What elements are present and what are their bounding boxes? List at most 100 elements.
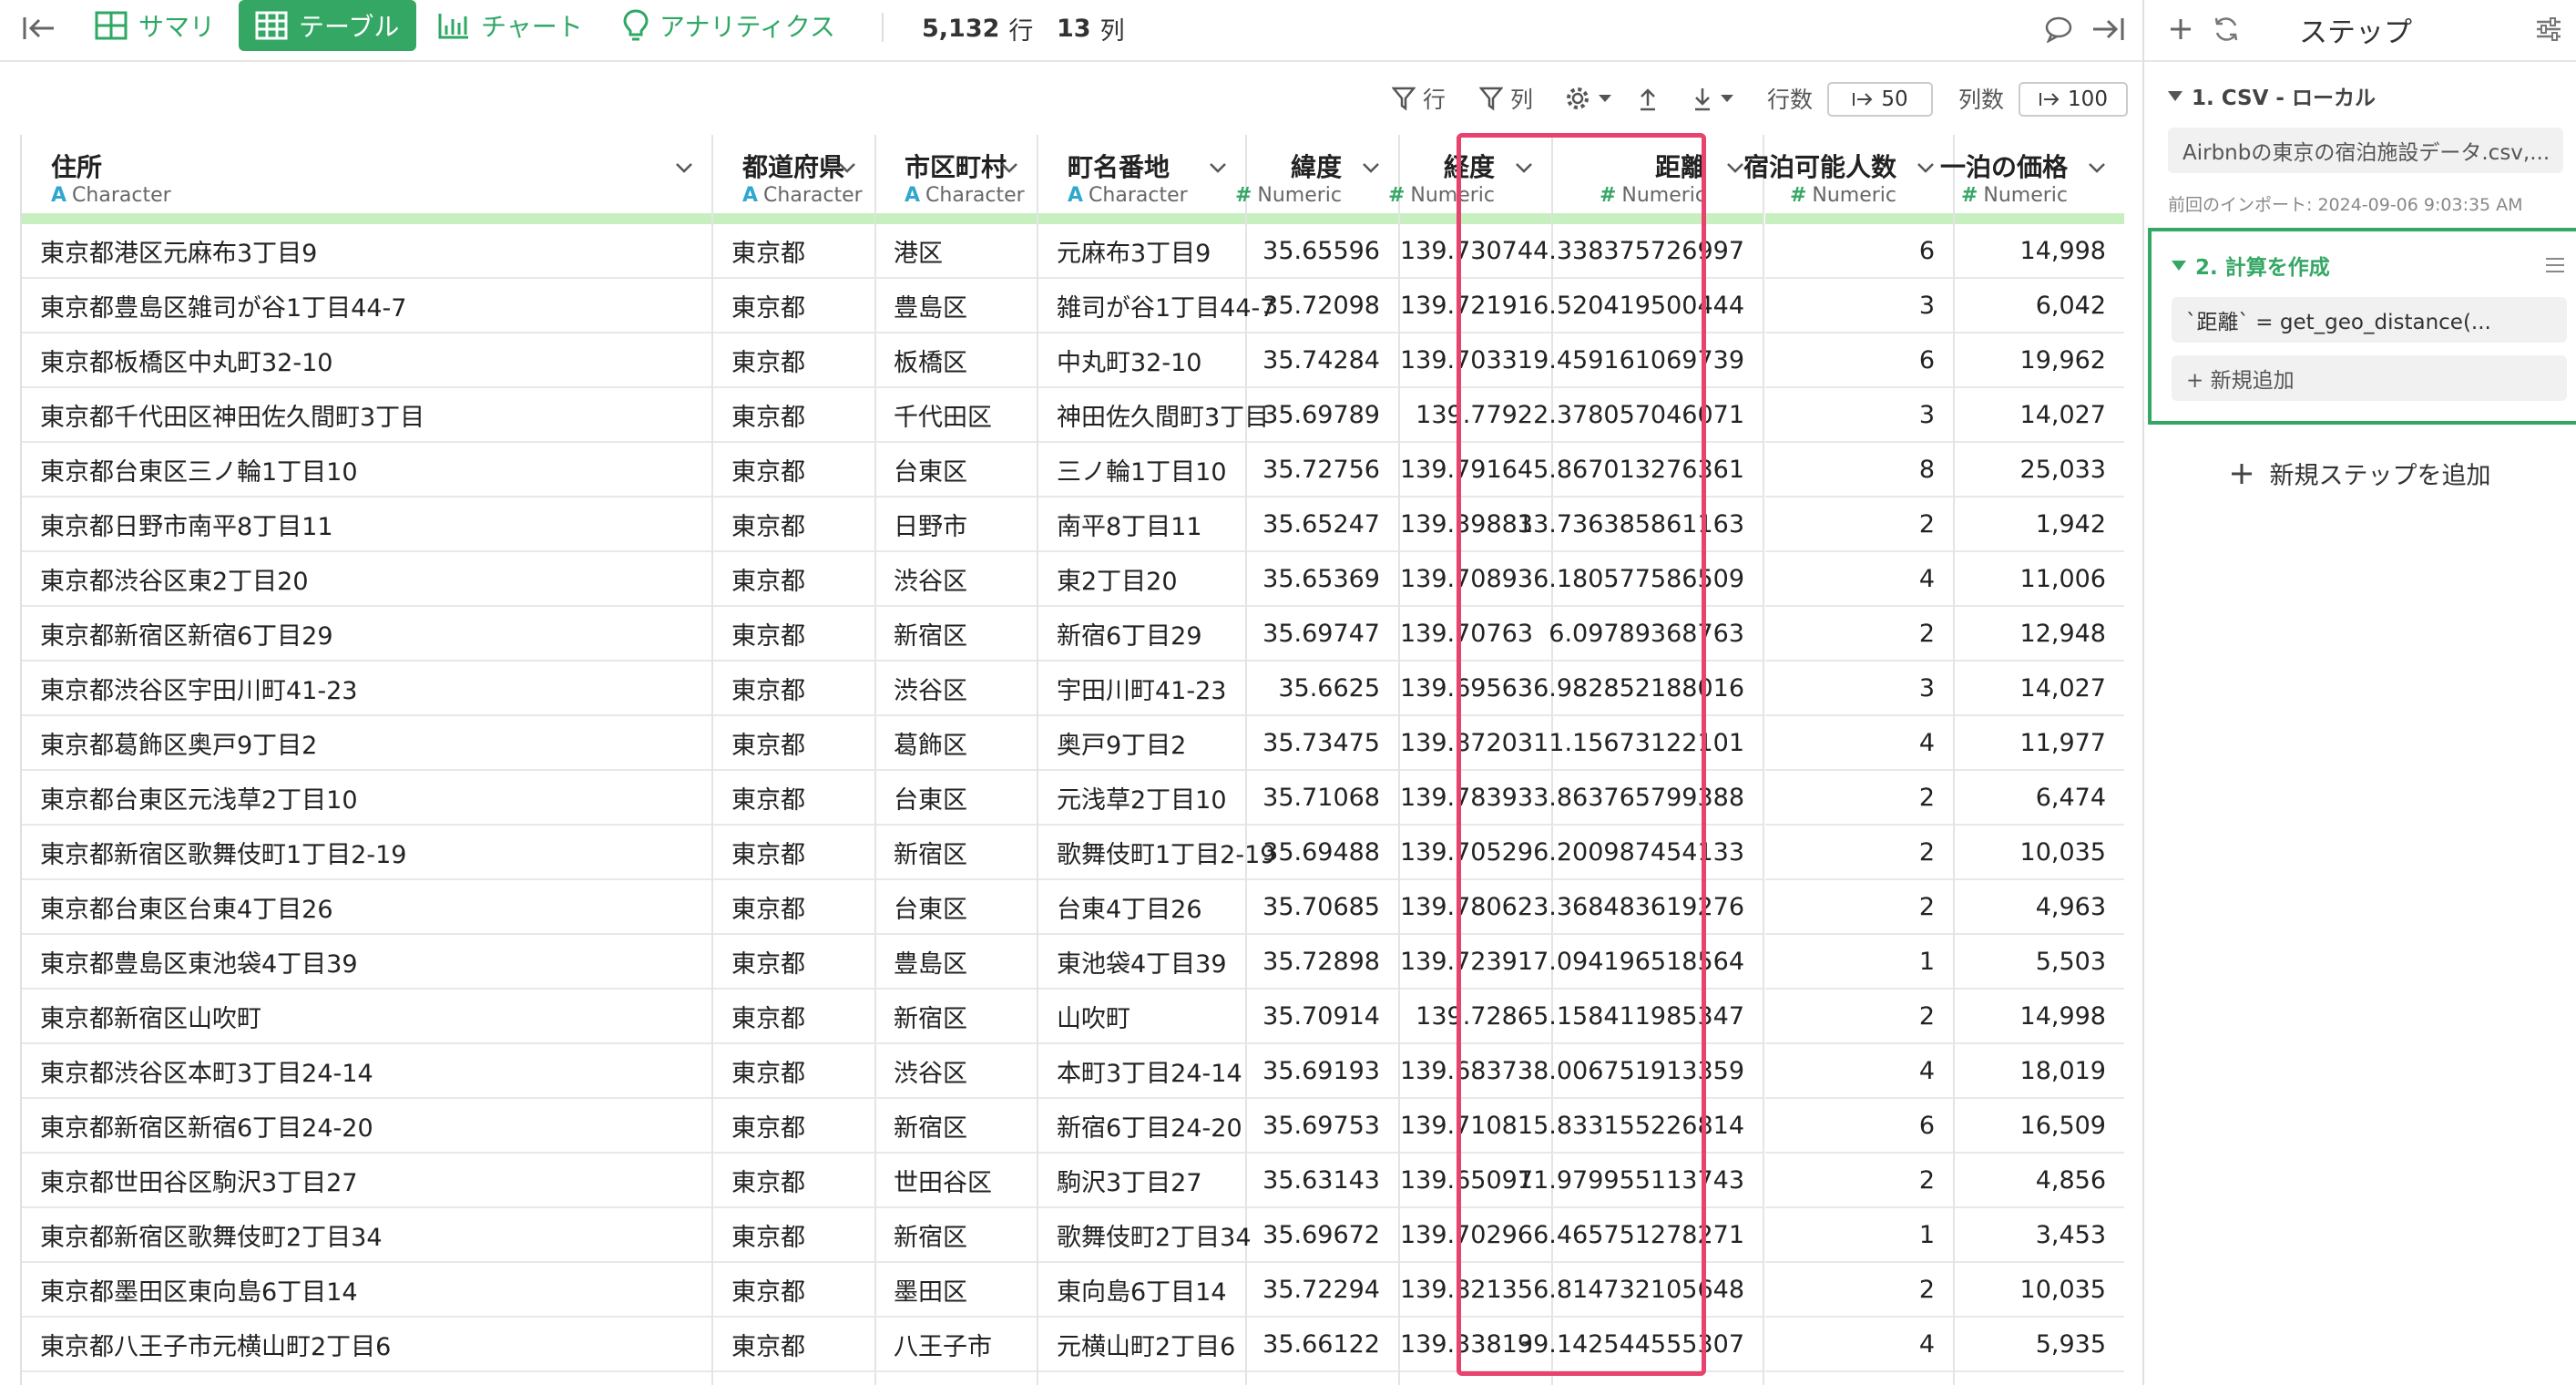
row-filter-button[interactable]: 行 <box>1392 80 1446 117</box>
table-cell: 6.814732105648 <box>1533 1263 1763 1318</box>
table-cell: 35.70685 <box>1247 880 1398 935</box>
column-filter-button[interactable]: 列 <box>1479 80 1533 117</box>
tab-table[interactable]: テーブル <box>239 0 416 51</box>
column-type: # Numeric <box>1961 184 2068 207</box>
collapse-left-icon[interactable] <box>18 13 60 44</box>
table-cell: 駒沢3丁目27 <box>1038 1154 1245 1208</box>
table-cell: 35.65369 <box>1247 552 1398 607</box>
lightbulb-icon <box>623 9 649 41</box>
table-cell: 東京都 <box>713 826 874 880</box>
table-cell: 139.7286 <box>1400 990 1551 1044</box>
plus-icon <box>2231 463 2252 484</box>
collapse-right-icon[interactable] <box>2090 11 2126 47</box>
sort-up-button[interactable] <box>1638 80 1658 117</box>
column-header-street[interactable]: 町名番地 A Character <box>1038 135 1245 213</box>
menu-icon[interactable] <box>2541 251 2569 279</box>
column-cells: 港区 豊島区 板橋区 千代田区 台東区 日野市 渋谷区 新宿区 渋谷区 葛飾区 台東区 新宿区 台東区豊… <box>875 224 1037 1372</box>
table-cell: 139.78393 <box>1400 771 1551 826</box>
add-new-label: + 新規追加 <box>2186 369 2295 393</box>
chevron-down-icon[interactable] <box>1207 157 1229 179</box>
table-cell: 2 <box>1765 990 1953 1044</box>
table-cell: 東京都 <box>713 662 874 716</box>
chevron-down-icon[interactable] <box>998 157 1020 179</box>
step-2-header[interactable]: 2. 計算を作成 <box>2172 250 2330 281</box>
comment-icon[interactable] <box>2040 11 2077 47</box>
table-cell: 東京都 <box>713 388 874 443</box>
table-cell: 3,453 <box>1955 1208 2124 1263</box>
table-cell: 6.180577586509 <box>1533 552 1763 607</box>
add-step-button[interactable]: 新規ステップを追加 <box>2144 456 2576 491</box>
numeric-type-icon: # <box>1789 184 1807 207</box>
table-cell: 山吹町 <box>1038 990 1245 1044</box>
column-header-distance[interactable]: 距離 # Numeric <box>1552 135 1763 213</box>
add-new-button[interactable]: + 新規追加 <box>2172 355 2567 401</box>
caret-down-icon <box>1721 95 1733 102</box>
table-cell: 139.69563 <box>1400 662 1551 716</box>
step-1-file[interactable]: Airbnbの東京の宿泊施設データ.csv,... <box>2168 128 2563 173</box>
column-type-label: Numeric <box>1410 184 1495 207</box>
table-cell: 東京都新宿区歌舞伎町1丁目2-19 <box>22 826 711 880</box>
settings-dropdown-button[interactable] <box>1565 80 1612 117</box>
table-cell: 神田佐久間町3丁目 <box>1038 388 1269 443</box>
chevron-down-icon[interactable] <box>2086 157 2108 179</box>
column-header-address[interactable]: 住所 A Character <box>22 135 711 213</box>
chevron-down-icon[interactable] <box>836 157 858 179</box>
column-limit-input[interactable]: 100 <box>2019 82 2128 117</box>
table-cell: 東京都 <box>713 990 874 1044</box>
table-cell: 東京都渋谷区東2丁目20 <box>22 552 711 607</box>
column-type-label: Numeric <box>1621 184 1706 207</box>
table-cell: 3 <box>1765 388 1953 443</box>
table-cell: 渋谷区 <box>875 1044 1037 1099</box>
step-2-card[interactable]: 2. 計算を作成 `距離` = get_geo_distance(... + 新… <box>2148 228 2576 425</box>
column-header-price[interactable]: 一泊の価格 # Numeric <box>1940 135 2124 213</box>
chevron-down-icon[interactable] <box>1360 157 1382 179</box>
column-header-prefecture[interactable]: 都道府県 A Character <box>713 135 874 213</box>
column-type: # Numeric <box>1600 184 1706 207</box>
table-cell: 4 <box>1765 1318 1953 1372</box>
column-limit-value: 100 <box>2068 87 2108 111</box>
refresh-icon[interactable] <box>2208 11 2244 47</box>
table-cell: 139.71081 <box>1400 1099 1551 1154</box>
chevron-down-icon[interactable] <box>1915 157 1937 179</box>
summary-grid-icon <box>95 11 128 40</box>
table-cell: 139.70529 <box>1400 826 1551 880</box>
column-prefecture: 都道府県 A Character 東京都 東京都 東京都 東京都 東京都 東京都 東京都 東京都 東京… <box>713 135 876 1385</box>
table-cell: 宇田川町41-23 <box>1038 662 1245 716</box>
table-cell: 奥戸9丁目2 <box>1038 716 1245 771</box>
table-cell: 東京都 <box>713 935 874 990</box>
table-cell: 139.70763 <box>1400 607 1551 662</box>
table-cell: 139.78062 <box>1400 880 1551 935</box>
column-header-latitude[interactable]: 緯度 # Numeric <box>1235 135 1398 213</box>
table-cell: 35.63143 <box>1247 1154 1398 1208</box>
numeric-type-icon: # <box>1599 184 1617 207</box>
plus-icon[interactable] <box>2162 11 2199 47</box>
table-cell: 4.338375726997 <box>1533 224 1763 279</box>
table-cell: 2 <box>1765 771 1953 826</box>
column-header-city[interactable]: 市区町村 A Character <box>875 135 1037 213</box>
table-cell: 東池袋4丁目39 <box>1038 935 1245 990</box>
tab-summary[interactable]: サマリ <box>78 0 231 51</box>
step-2-formula[interactable]: `距離` = get_geo_distance(... <box>2172 297 2567 343</box>
table-cell: 39.142544555307 <box>1518 1318 1763 1372</box>
step-1-header[interactable]: 1. CSV - ローカル <box>2168 80 2376 111</box>
column-capacity: 宿泊可能人数 # Numeric 6 3 6 3 8 2 4 2 3 4 2 2 2 1 2 4 6 2 1 2 4 <box>1743 135 1955 1385</box>
column-header-longitude[interactable]: 経度 # Numeric <box>1388 135 1551 213</box>
limit-arrow-icon <box>1853 93 1873 106</box>
sliders-icon[interactable] <box>2530 11 2567 47</box>
sort-down-dropdown-button[interactable] <box>1692 80 1734 117</box>
chevron-down-icon[interactable] <box>1513 157 1535 179</box>
chevron-down-icon[interactable] <box>673 157 695 179</box>
table-cell: 世田谷区 <box>875 1154 1037 1208</box>
collapse-triangle-icon <box>2168 90 2182 101</box>
table-cell: 6 <box>1765 1099 1953 1154</box>
column-type-label: Character <box>925 184 1025 207</box>
column-header-capacity[interactable]: 宿泊可能人数 # Numeric <box>1743 135 1953 213</box>
table-cell: 東京都 <box>713 224 874 279</box>
tab-chart[interactable]: チャート <box>421 0 599 51</box>
table-cell: 6,474 <box>1955 771 2124 826</box>
tab-analytics[interactable]: アナリティクス <box>607 0 852 51</box>
table-cell: 日野市 <box>875 498 1037 552</box>
row-limit-input[interactable]: 50 <box>1827 82 1933 117</box>
table-cell: 2 <box>1765 1154 1953 1208</box>
table-cell: 18,019 <box>1955 1044 2124 1099</box>
